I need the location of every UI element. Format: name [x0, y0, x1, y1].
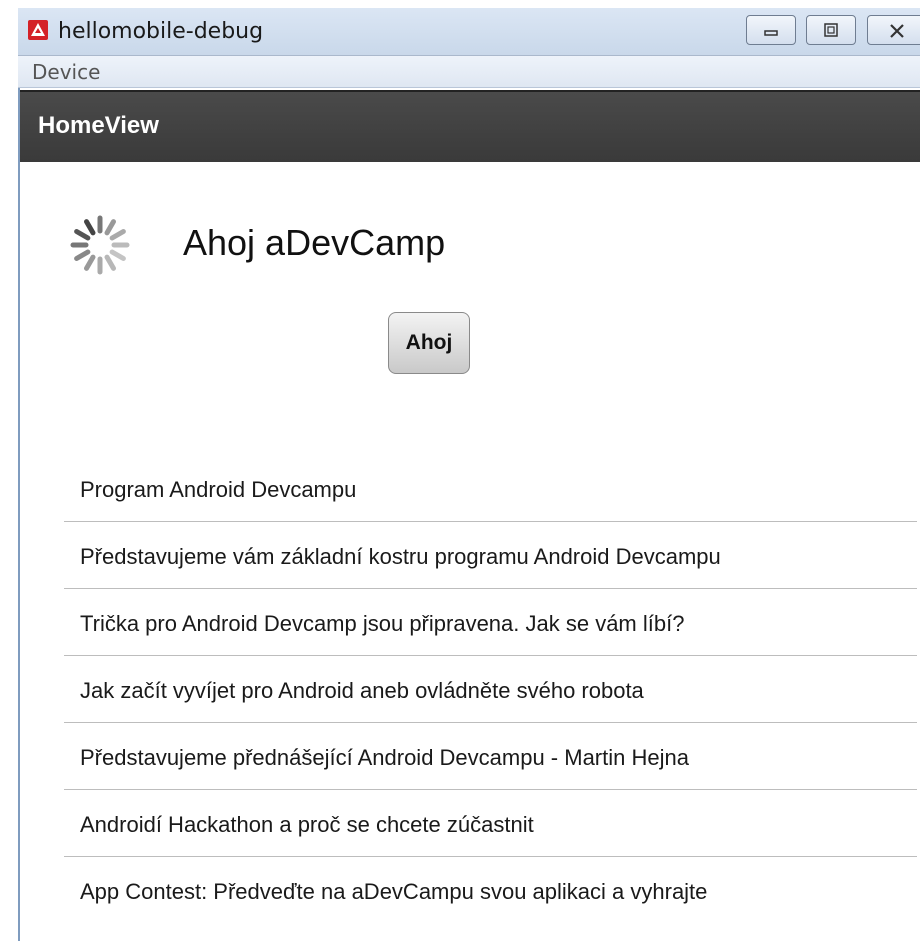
list-item[interactable]: Představujeme vám základní kostru progra…	[64, 522, 917, 589]
list-item[interactable]: Trička pro Android Devcamp jsou připrave…	[64, 589, 917, 656]
list-item[interactable]: Androidí Hackathon a proč se chcete zúča…	[64, 790, 917, 857]
maximize-icon	[824, 23, 838, 37]
loading-spinner-icon	[70, 215, 130, 275]
app-logo-icon	[28, 20, 48, 40]
maximize-button[interactable]	[806, 15, 856, 45]
ahoj-button[interactable]: Ahoj	[388, 312, 470, 374]
list-item-label: Program Android Devcampu	[80, 477, 357, 502]
list-item[interactable]: Představujeme přednášející Android Devca…	[64, 723, 917, 790]
close-icon	[890, 24, 904, 38]
list-item[interactable]: App Contest: Předveďte na aDevCampu svou…	[64, 857, 917, 924]
minimize-icon	[764, 30, 778, 36]
window-title: hellomobile-debug	[58, 19, 264, 44]
list-item-label: Jak začít vyvíjet pro Android aneb ovlád…	[80, 678, 644, 703]
list-item-label: Trička pro Android Devcamp jsou připrave…	[80, 611, 685, 636]
list-item-label: App Contest: Předveďte na aDevCampu svou…	[80, 879, 708, 904]
list-item[interactable]: Program Android Devcampu	[64, 455, 917, 522]
news-list: Program Android Devcampu Představujeme v…	[64, 455, 917, 924]
list-item-label: Androidí Hackathon a proč se chcete zúča…	[80, 812, 534, 837]
list-item[interactable]: Jak začít vyvíjet pro Android aneb ovlád…	[64, 656, 917, 723]
list-item-label: Představujeme vám základní kostru progra…	[80, 544, 721, 569]
menu-bar: Device	[18, 56, 920, 88]
close-button[interactable]	[867, 15, 920, 45]
greeting-label: Ahoj aDevCamp	[183, 222, 446, 263]
menu-item-device[interactable]: Device	[32, 60, 100, 84]
minimize-button[interactable]	[746, 15, 796, 45]
view-title: HomeView	[38, 112, 159, 139]
window-titlebar[interactable]: hellomobile-debug	[18, 8, 920, 56]
action-bar: HomeView	[20, 90, 920, 162]
list-item-label: Představujeme přednášející Android Devca…	[80, 745, 689, 770]
